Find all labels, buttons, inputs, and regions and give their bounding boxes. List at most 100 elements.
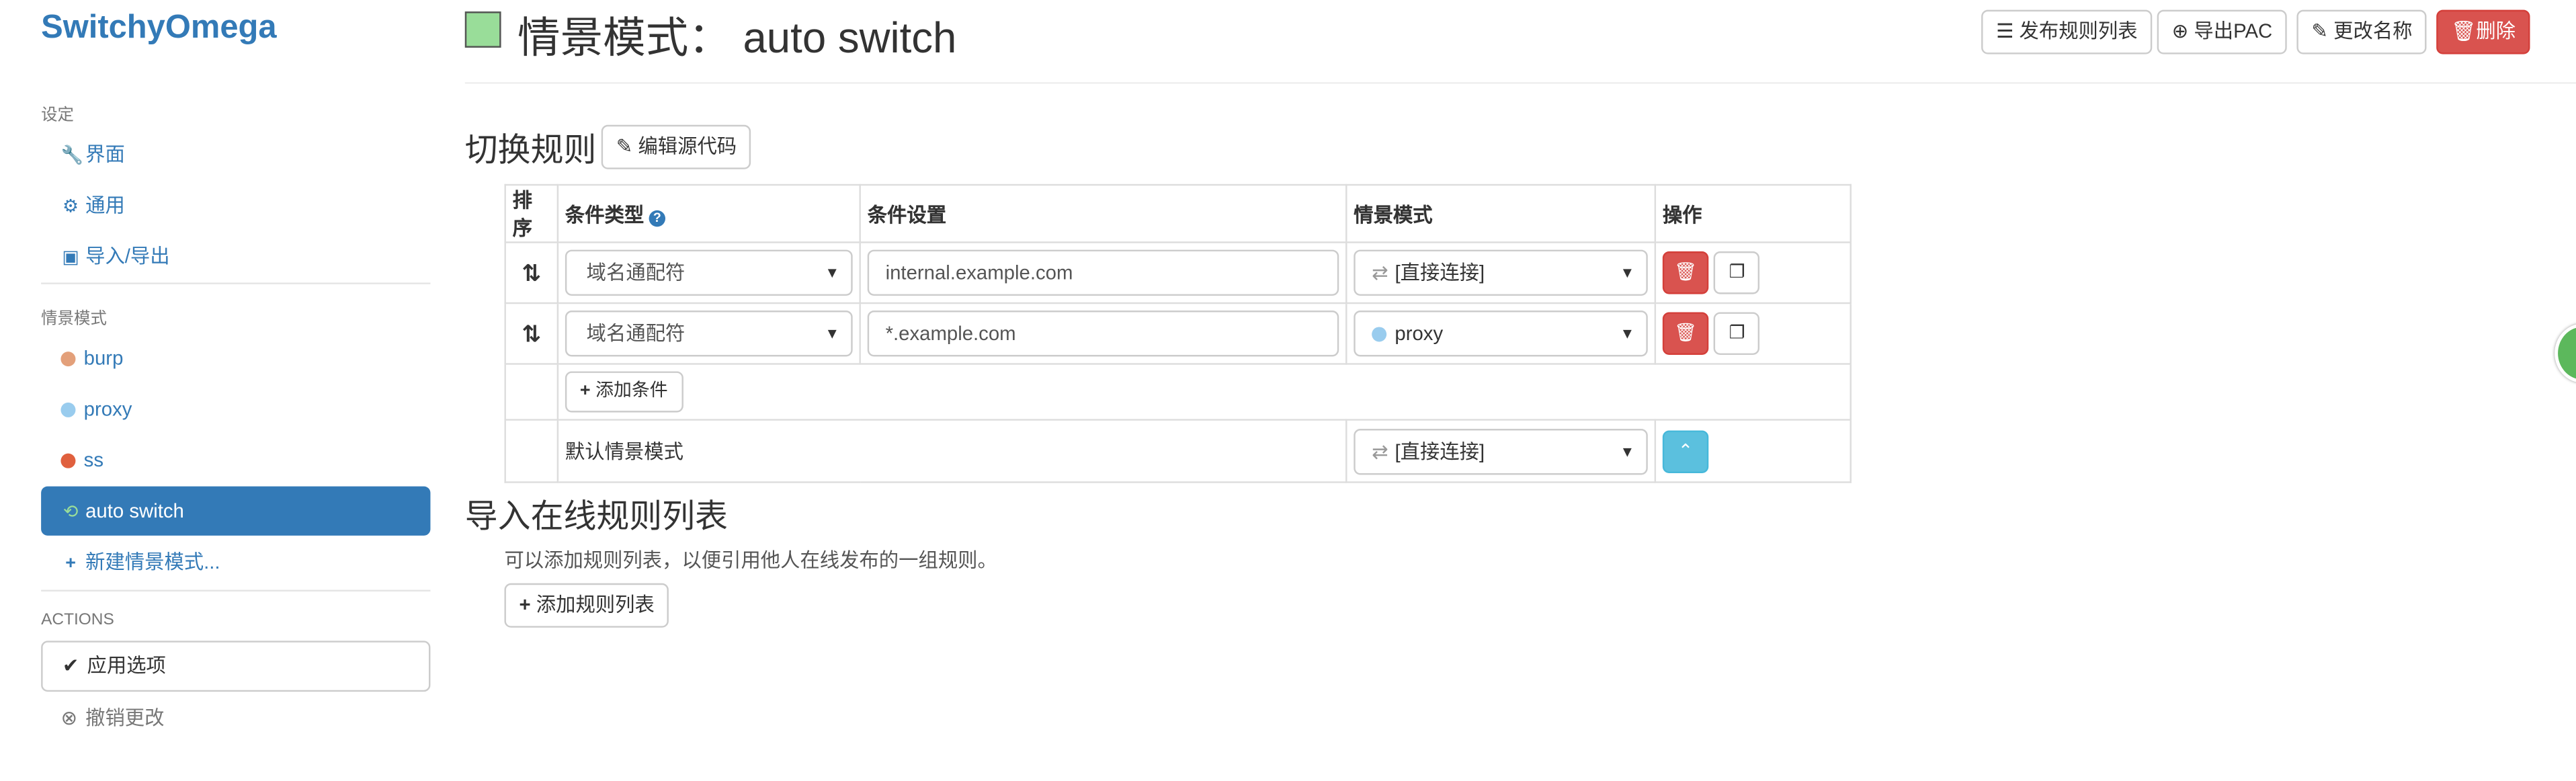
list-icon: ☰ — [1996, 19, 2014, 43]
column-header-ops: 操作 — [1654, 183, 1852, 243]
profile-value: proxy — [1395, 322, 1444, 345]
condition-type-cell: 域名通配符 ▼ — [556, 302, 861, 365]
add-condition-label: 添加条件 — [595, 381, 668, 401]
wrench-icon: 🔧 — [60, 146, 83, 166]
sidebar-item-general[interactable]: ⚙ 通用 — [41, 181, 430, 230]
column-header-type: 条件类型? — [556, 183, 861, 243]
sidebar-item-label: burp — [83, 346, 124, 370]
gear-icon: ⚙ — [63, 197, 79, 217]
apply-options-button[interactable]: ✔ 应用选项 — [41, 641, 431, 692]
sidebar-item-ss[interactable]: ss — [41, 436, 430, 485]
sidebar-item-label: auto switch — [85, 499, 184, 523]
plus-icon: + — [519, 593, 531, 616]
globe-icon — [60, 402, 76, 417]
profile-value: [直接连接] — [1395, 439, 1485, 463]
clone-rule-button[interactable]: ❐ — [1714, 312, 1760, 356]
close-circle-icon: ⊗ — [60, 706, 78, 730]
direct-icon: ⇄ — [1372, 261, 1388, 284]
profile-value: [直接连接] — [1395, 261, 1485, 284]
sidebar-item-proxy[interactable]: proxy — [41, 384, 430, 434]
edit-source-button[interactable]: ✎ 编辑源代码 — [601, 124, 752, 169]
empty-cell — [504, 363, 559, 421]
profile-select[interactable]: proxy ▼ — [1354, 311, 1648, 357]
sidebar-item-auto-switch[interactable]: ⟲ auto switch — [41, 486, 431, 536]
trash-icon: 🗑 — [1673, 263, 1698, 283]
export-pac-button[interactable]: ⊕ 导出PAC — [2157, 9, 2288, 54]
delete-profile-button[interactable]: 🗑删除 — [2436, 9, 2531, 54]
profile-select[interactable]: ⇄ [直接连接] ▼ — [1354, 249, 1648, 296]
empty-cell — [504, 419, 559, 483]
sidebar-item-label: proxy — [83, 397, 132, 421]
profile-color-swatch[interactable] — [464, 11, 501, 48]
add-condition-row: + 添加条件 — [504, 363, 1852, 421]
default-profile-row: 默认情景模式 ⇄ [直接连接] ▼ ⌃ — [504, 419, 1852, 483]
default-profile-select[interactable]: ⇄ [直接连接] ▼ — [1354, 427, 1648, 475]
condition-type-select[interactable]: 域名通配符 ▼ — [565, 311, 853, 357]
globe-icon — [60, 453, 76, 468]
export-pac-label: 导出PAC — [2194, 19, 2273, 43]
publish-rule-list-button[interactable]: ☰ 发布规则列表 — [1981, 9, 2153, 54]
page-title: 情景模式： auto switch — [517, 13, 957, 63]
sidebar-item-label: 导入/导出 — [85, 245, 170, 268]
sidebar-item-label: ss — [83, 448, 104, 472]
rename-button[interactable]: ✎ 更改名称 — [2296, 9, 2427, 54]
edit-icon: ✎ — [2311, 19, 2329, 43]
delete-rule-button[interactable]: 🗑 — [1662, 312, 1709, 356]
condition-type-value: 域名通配符 — [586, 322, 685, 345]
sort-handle-icon[interactable]: ⇅ — [504, 302, 559, 365]
header-divider — [464, 82, 2576, 84]
publish-label: 发布规则列表 — [2019, 19, 2138, 43]
globe-icon — [60, 352, 76, 367]
sidebar-item-interface[interactable]: 🔧 界面 — [41, 130, 430, 179]
rules-section-title: 切换规则 — [464, 133, 597, 169]
plus-icon: + — [579, 381, 591, 401]
sort-handle-icon[interactable]: ⇅ — [504, 241, 559, 304]
add-rule-list-button[interactable]: + 添加规则列表 — [504, 583, 669, 628]
discard-changes-button[interactable]: ⊗ 撤销更改 — [41, 694, 430, 743]
trash-icon: 🗑 — [2451, 19, 2477, 43]
check-circle-icon: ✔ — [62, 653, 79, 677]
condition-setting-cell: internal.example.com — [859, 241, 1347, 304]
sidebar-item-burp[interactable]: burp — [41, 333, 430, 382]
ops-cell: 🗑 ❐ — [1654, 241, 1852, 304]
settings-header: 设定 — [41, 106, 75, 125]
caret-down-icon: ▼ — [1620, 325, 1635, 342]
delete-rule-button[interactable]: 🗑 — [1662, 251, 1709, 294]
sidebar-item-import-export[interactable]: ▣ 导入/导出 — [41, 232, 430, 281]
help-icon[interactable]: ? — [649, 209, 666, 227]
rename-label: 更改名称 — [2333, 19, 2413, 43]
chevron-up-icon: ⌃ — [1677, 441, 1694, 461]
profile-cell: ⇄ [直接连接] ▼ — [1345, 419, 1657, 483]
new-profile-link[interactable]: + 新建情景模式... — [41, 537, 430, 586]
edit-source-label: 编辑源代码 — [638, 134, 737, 158]
caret-down-icon: ▼ — [825, 325, 840, 342]
add-condition-cell: + 添加条件 — [556, 363, 1852, 421]
table-row: ⇅ 域名通配符 ▼ internal.example.com ⇄ [直接连接] ▼ 🗑… — [504, 241, 1852, 304]
condition-setting-input[interactable]: internal.example.com — [867, 249, 1339, 296]
default-label-cell: 默认情景模式 — [556, 419, 1347, 483]
divider — [41, 589, 431, 592]
collapse-button[interactable]: ⌃ — [1662, 429, 1709, 472]
clone-rule-button[interactable]: ❐ — [1714, 251, 1760, 294]
direct-icon: ⇄ — [1372, 439, 1388, 463]
sidebar-item-label: 界面 — [85, 142, 125, 166]
column-header-setting: 条件设置 — [859, 183, 1347, 243]
floating-badge[interactable] — [2554, 323, 2576, 383]
condition-setting-input[interactable]: *.example.com — [867, 311, 1339, 357]
profiles-header: 情景模式 — [41, 311, 107, 329]
caret-down-icon: ▼ — [1620, 264, 1635, 282]
table-row: ⇅ 域名通配符 ▼ *.example.com proxy ▼ 🗑 ❐ — [504, 302, 1852, 365]
copy-icon: ❐ — [1729, 323, 1745, 343]
caret-down-icon: ▼ — [825, 264, 840, 282]
edit-icon: ✎ — [616, 134, 633, 158]
add-rule-list-label: 添加规则列表 — [536, 593, 655, 616]
download-icon: ⊕ — [2171, 19, 2189, 43]
switch-icon: ⟲ — [63, 503, 79, 523]
plus-icon: + — [65, 553, 76, 574]
ops-cell: ⌃ — [1654, 419, 1852, 483]
table-header-row: 排序 条件类型? 条件设置 情景模式 操作 — [504, 183, 1852, 243]
condition-type-select[interactable]: 域名通配符 ▼ — [565, 249, 853, 296]
add-condition-button[interactable]: + 添加条件 — [565, 371, 683, 413]
rules-table: 排序 条件类型? 条件设置 情景模式 操作 ⇅ 域名通配符 ▼ internal.… — [504, 183, 1852, 483]
caret-down-icon: ▼ — [1620, 442, 1635, 460]
